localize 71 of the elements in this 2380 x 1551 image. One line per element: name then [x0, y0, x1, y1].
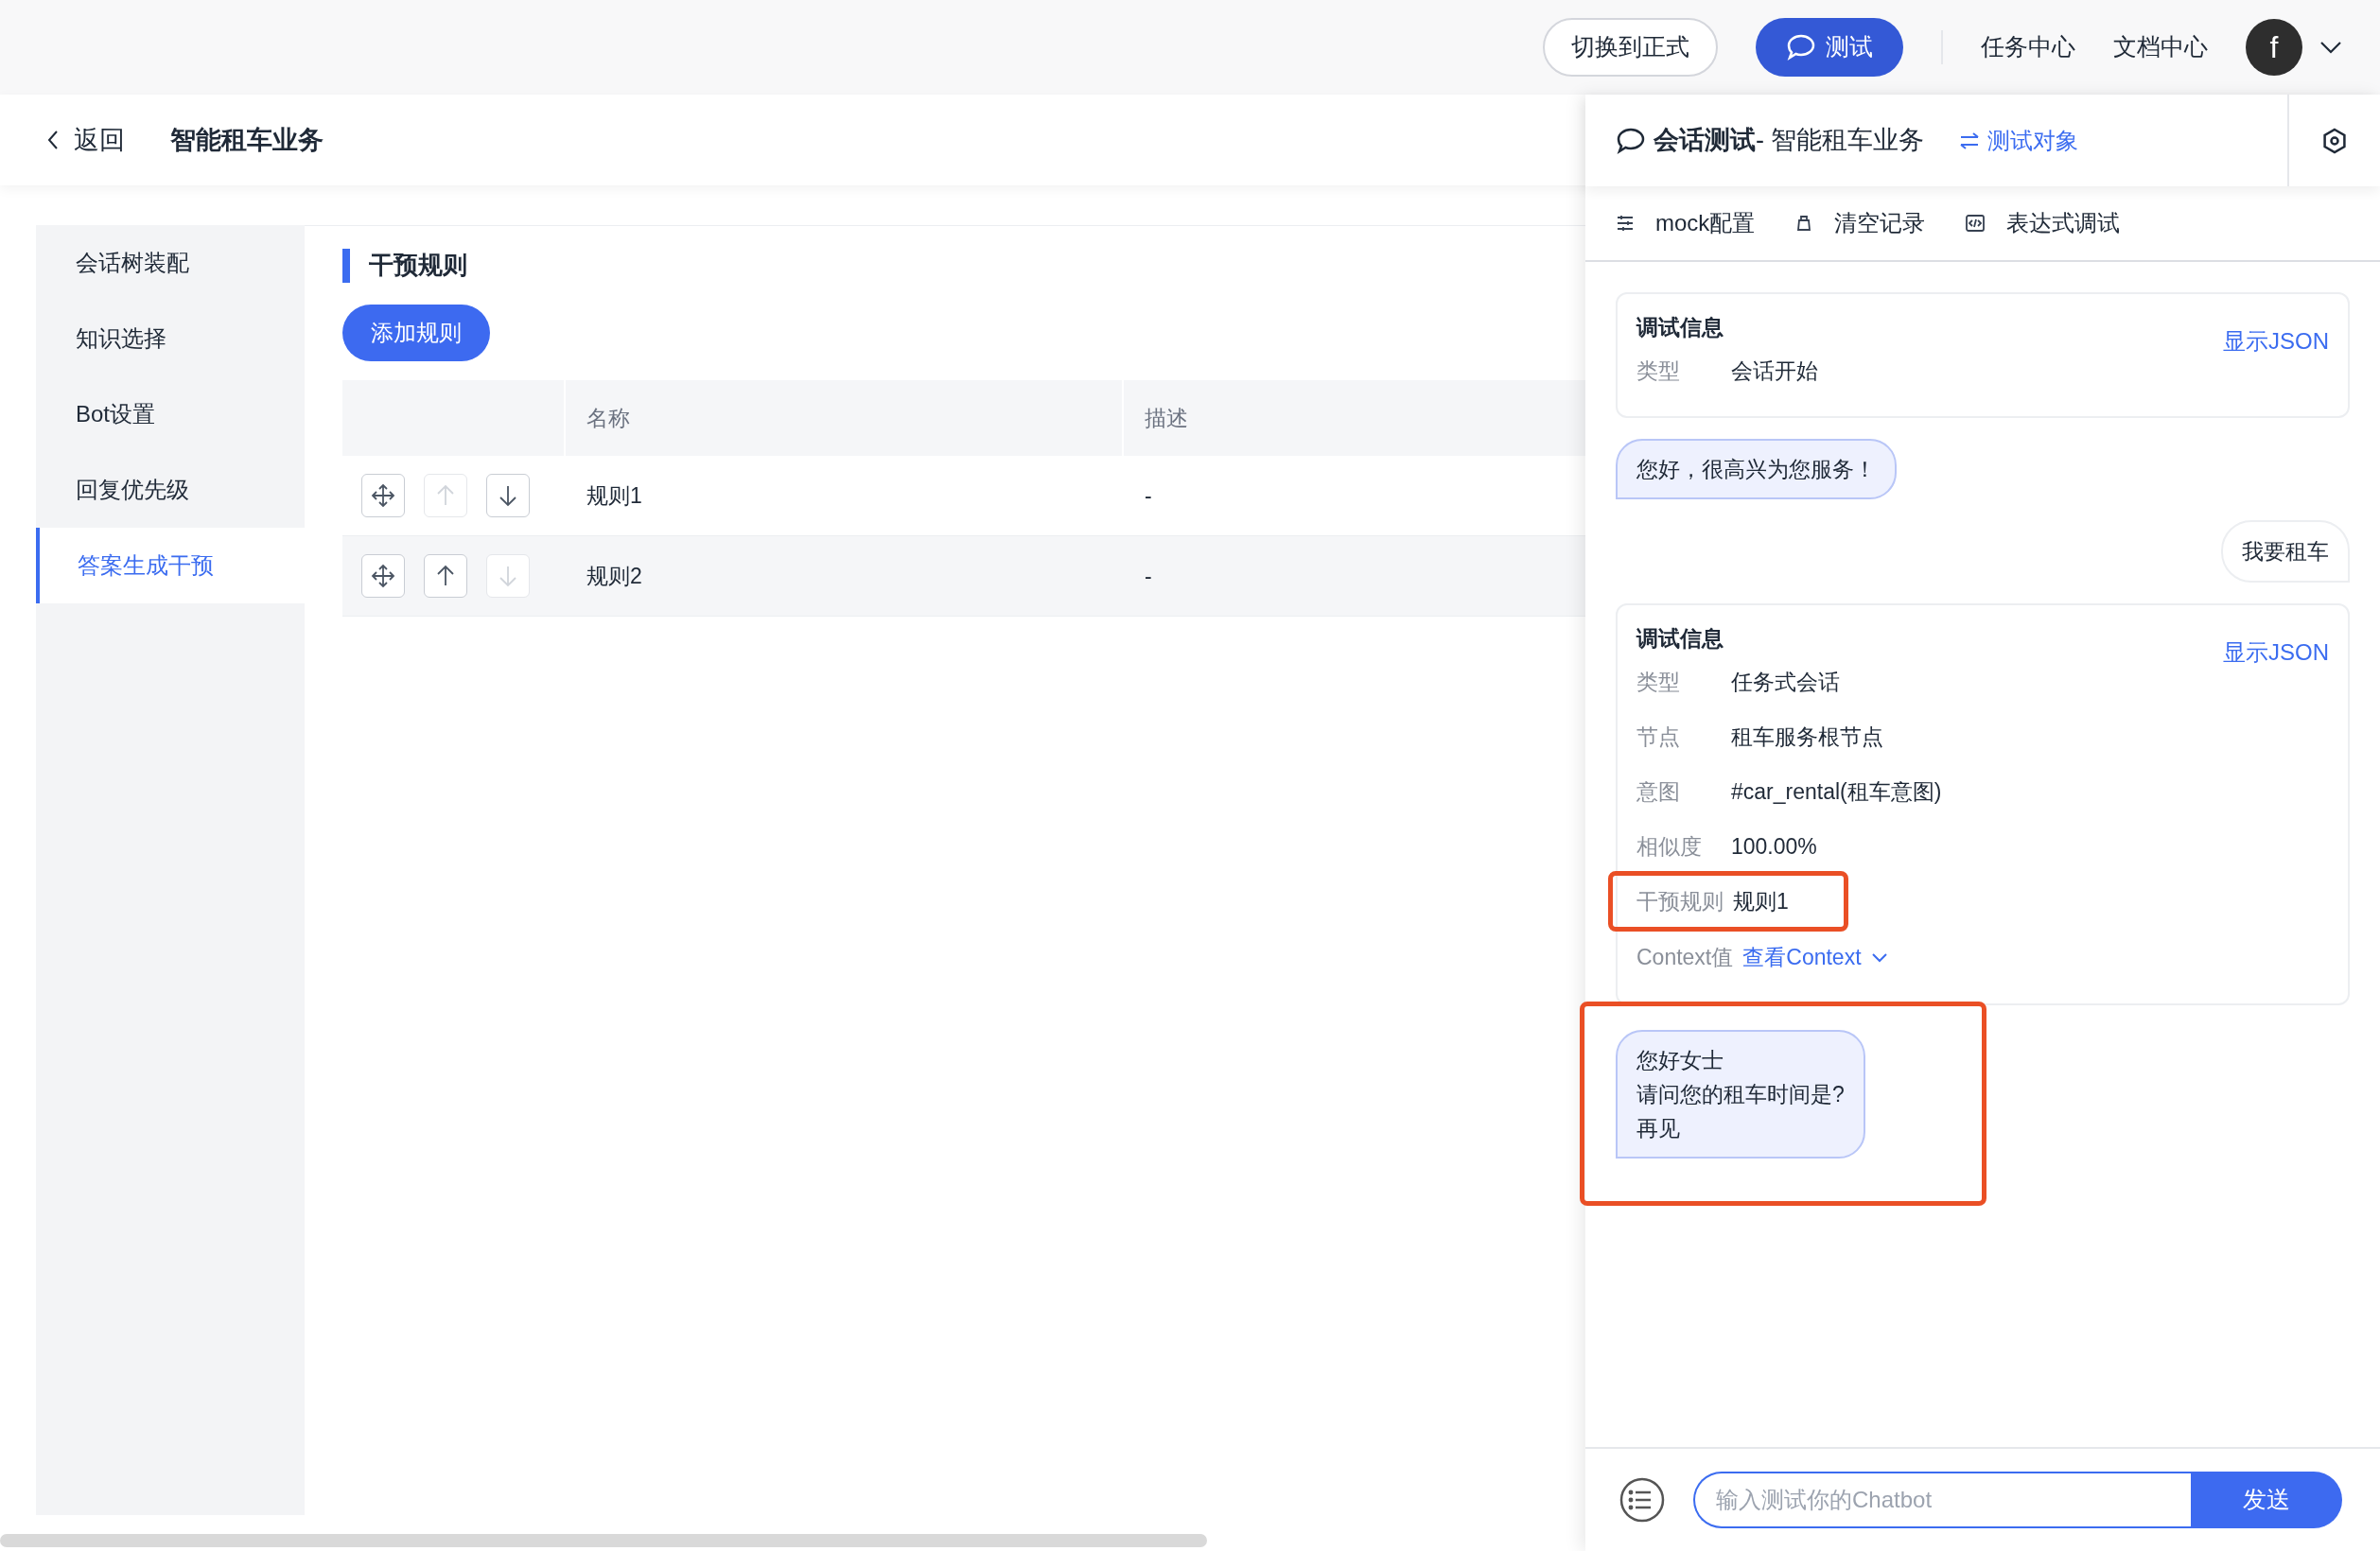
field-label: 类型 [1636, 357, 1681, 386]
show-json-link[interactable]: 显示JSON [2223, 636, 2329, 670]
toolbar-button[interactable]: mock配置 [1616, 206, 1756, 240]
message-text: 请问您的租车时间是? [1636, 1080, 1845, 1108]
back-link[interactable]: 返回 [47, 120, 125, 160]
section-accent-bar [342, 248, 350, 283]
field-label: 相似度 [1636, 833, 1703, 862]
field-value: 规则1 [1733, 888, 1789, 916]
table-cell-text: - [1144, 562, 1152, 590]
message-text: 再见 [1636, 1114, 1681, 1142]
list-icon[interactable] [1619, 1477, 1665, 1523]
switch-button[interactable]: 切换到正式 [1543, 18, 1718, 77]
field-label: 类型 [1636, 669, 1681, 697]
switch-target-link[interactable]: 测试对象 [1958, 123, 2078, 158]
card-title: 调试信息 [1636, 314, 1724, 341]
field-label: Context值 [1636, 944, 1734, 972]
move-icon [371, 483, 395, 508]
sidebar-item[interactable]: Bot设置 [36, 376, 305, 452]
panel-title: 会话测试- 智能租车业务 [1654, 125, 1925, 157]
field-label: 节点 [1636, 723, 1681, 752]
field-value: 会话开始 [1731, 357, 1818, 386]
toolbar-button[interactable]: 表达式调试 [1965, 206, 2121, 240]
arrow-down-icon [499, 565, 517, 587]
test-button[interactable]: 测试 [1756, 18, 1903, 77]
arrow-up-icon [436, 565, 455, 587]
move-up-button[interactable] [424, 554, 467, 598]
field-value: 任务式会话 [1731, 669, 1840, 697]
chat-bubble-icon [1786, 33, 1816, 61]
move-down-button[interactable] [486, 474, 530, 517]
user-avatar[interactable]: f [2246, 19, 2302, 76]
chevron-left-icon [47, 130, 59, 150]
field-value: 租车服务根节点 [1731, 723, 1883, 752]
move-icon [371, 564, 395, 588]
chat-input-field[interactable]: 输入测试你的Chatbot [1693, 1472, 2191, 1528]
arrow-down-icon [499, 484, 517, 507]
arrow-up-icon [436, 484, 455, 507]
table-cell-text: 规则2 [586, 562, 643, 590]
table-cell-text: - [1144, 481, 1152, 510]
sidebar-item[interactable]: 答案生成干预 [36, 528, 305, 603]
sidebar-item[interactable]: 回复优先级 [36, 452, 305, 528]
toolbar-button[interactable]: 清空记录 [1794, 206, 1926, 240]
section-title: 干预规则 [369, 250, 467, 281]
message-text: 您好，很高兴为您服务！ [1636, 455, 1876, 483]
show-json-link[interactable]: 显示JSON [2223, 324, 2329, 358]
message-text: 您好女士 [1636, 1046, 1724, 1074]
table-cell-text: 规则1 [586, 481, 643, 510]
page-title: 智能租车业务 [170, 124, 324, 156]
field-label: 干预规则 [1636, 888, 1724, 916]
view-context-link[interactable]: 查看Context [1742, 941, 1888, 974]
horizontal-scrollbar[interactable] [0, 1534, 1207, 1547]
field-value: #car_rental(租车意图) [1731, 778, 1942, 807]
code-icon [1965, 214, 1986, 233]
send-button[interactable]: 发送 [2191, 1472, 2342, 1528]
field-label: 意图 [1636, 778, 1681, 807]
sidebar-item[interactable]: 会话树装配 [36, 225, 305, 301]
swap-arrows-icon [1958, 131, 1980, 150]
chevron-down-icon [1870, 952, 1888, 963]
move-button[interactable] [361, 554, 405, 598]
field-value: 100.00% [1731, 833, 1817, 862]
card-title: 调试信息 [1636, 625, 1724, 653]
message-text: 我要租车 [2242, 537, 2329, 566]
settings-icon[interactable] [2320, 126, 2349, 155]
add-rule-button[interactable]: 添加规则 [342, 305, 490, 361]
chevron-down-icon[interactable] [2319, 41, 2342, 54]
table-header-cell-text: 描述 [1144, 404, 1189, 432]
nav-link[interactable]: 任务中心 [1981, 29, 2075, 65]
nav-link[interactable]: 文档中心 [2113, 29, 2208, 65]
chat-bubble-icon [1616, 126, 1646, 155]
sliders-icon [1616, 214, 1635, 233]
move-button[interactable] [361, 474, 405, 517]
sidebar-item[interactable]: 知识选择 [36, 301, 305, 376]
